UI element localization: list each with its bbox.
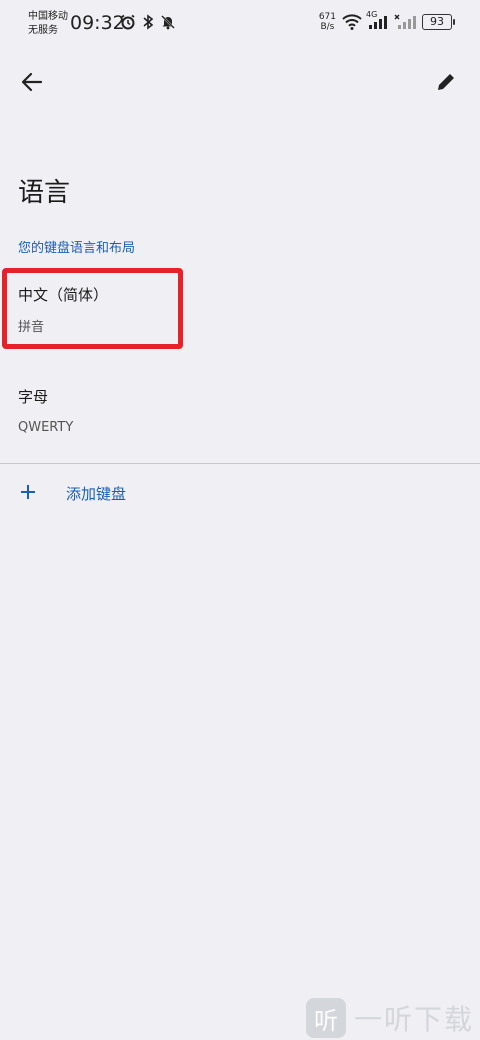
keyboard-item-chinese[interactable]: 中文（简体） 拼音 [0, 272, 480, 342]
page-title: 语言 [18, 178, 71, 208]
add-keyboard-button[interactable]: 添加键盘 [0, 470, 480, 516]
add-keyboard-label: 添加键盘 [66, 485, 127, 503]
net-speed-unit: B/s [320, 22, 335, 32]
keyboard-layout: 拼音 [18, 320, 45, 335]
carrier-status: 无服务 [28, 25, 58, 36]
keyboard-title: 字母 [18, 388, 49, 406]
watermark-logo: 听 [305, 998, 346, 1038]
bluetooth-icon [143, 14, 154, 30]
status-bar: 中国移动 无服务 09:32 671 B/s 4G 93 [0, 0, 480, 44]
keyboard-layout: QWERTY [18, 420, 74, 435]
section-header: 您的键盘语言和布局 [18, 241, 136, 256]
back-button[interactable] [12, 62, 52, 102]
net-speed-value: 671 [318, 12, 336, 22]
edit-button[interactable] [426, 62, 466, 102]
wifi-icon [342, 14, 362, 30]
signal-icon-sim2 [394, 14, 416, 29]
back-arrow-icon [21, 72, 43, 92]
status-icons-left [120, 14, 176, 30]
keyboard-title: 中文（简体） [18, 286, 109, 304]
net-speed: 671 B/s [319, 12, 336, 32]
carrier-info: 中国移动 无服务 [28, 10, 68, 38]
status-icons-right: 671 B/s 4G 93 [319, 10, 455, 32]
carrier-name: 中国移动 [28, 11, 68, 22]
watermark: 听 一听下载 [305, 996, 474, 1040]
battery-icon: 93 [422, 14, 455, 30]
pencil-icon [438, 74, 454, 90]
keyboard-item-alphabet[interactable]: 字母 QWERTY [0, 376, 480, 446]
status-time: 09:32 [70, 12, 125, 34]
plus-icon [21, 485, 35, 499]
mute-bell-icon [161, 15, 175, 30]
network-type: 4G [366, 10, 378, 19]
alarm-icon [121, 14, 135, 30]
watermark-text: 一听下载 [353, 1003, 474, 1036]
divider [0, 463, 480, 464]
